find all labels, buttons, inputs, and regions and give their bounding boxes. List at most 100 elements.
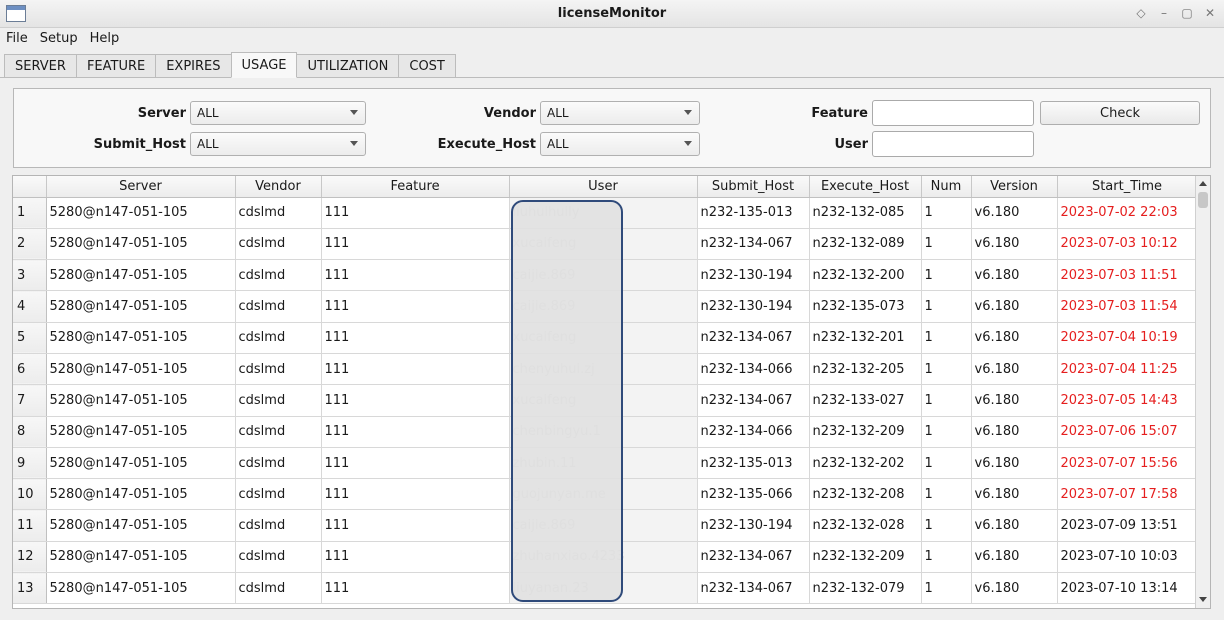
row-number[interactable]: 7	[13, 384, 47, 417]
menu-help[interactable]: Help	[84, 28, 126, 50]
cell-version[interactable]: v6.180	[971, 447, 1058, 480]
cell-feature[interactable]: 111	[321, 228, 510, 261]
cell-execute-host[interactable]: n232-132-201	[809, 322, 922, 354]
menu-file[interactable]: File	[0, 28, 34, 50]
tab-server[interactable]: SERVER	[4, 54, 76, 78]
cell-vendor[interactable]: cdslmd	[235, 228, 322, 261]
execute-host-select[interactable]: ALL	[540, 132, 700, 156]
cell-start-time[interactable]: 2023-07-07 15:56	[1057, 447, 1198, 480]
close-icon[interactable]: ✕	[1202, 6, 1218, 20]
vendor-select[interactable]: ALL	[540, 101, 700, 125]
col-header-feature[interactable]: Feature	[321, 176, 510, 198]
cell-server[interactable]: 5280@n147-051-105	[46, 228, 236, 261]
cell-version[interactable]: v6.180	[971, 290, 1058, 323]
cell-execute-host[interactable]: n232-133-027	[809, 384, 922, 417]
cell-submit-host[interactable]: n232-134-066	[697, 416, 810, 448]
cell-vendor[interactable]: cdslmd	[235, 259, 322, 292]
cell-submit-host[interactable]: n232-135-013	[697, 197, 810, 229]
cell-server[interactable]: 5280@n147-051-105	[46, 353, 236, 386]
col-header-vendor[interactable]: Vendor	[235, 176, 322, 198]
cell-start-time[interactable]: 2023-07-03 11:54	[1057, 290, 1198, 323]
cell-start-time[interactable]: 2023-07-05 14:43	[1057, 384, 1198, 417]
cell-server[interactable]: 5280@n147-051-105	[46, 416, 236, 448]
row-number[interactable]: 3	[13, 259, 47, 292]
cell-num[interactable]: 1	[921, 197, 972, 229]
check-button[interactable]: Check	[1040, 101, 1200, 125]
col-header-user[interactable]: User	[509, 176, 698, 198]
scroll-thumb[interactable]	[1198, 192, 1208, 208]
row-number[interactable]: 1	[13, 197, 47, 229]
cell-version[interactable]: v6.180	[971, 384, 1058, 417]
cell-submit-host[interactable]: n232-134-067	[697, 541, 810, 574]
tab-expires[interactable]: EXPIRES	[155, 54, 231, 78]
cell-vendor[interactable]: cdslmd	[235, 384, 322, 417]
row-number[interactable]: 8	[13, 416, 47, 448]
cell-feature[interactable]: 111	[321, 572, 510, 605]
cell-num[interactable]: 1	[921, 541, 972, 574]
cell-feature[interactable]: 111	[321, 197, 510, 229]
cell-vendor[interactable]: cdslmd	[235, 509, 322, 542]
cell-execute-host[interactable]: n232-135-073	[809, 290, 922, 323]
cell-server[interactable]: 5280@n147-051-105	[46, 322, 236, 354]
cell-submit-host[interactable]: n232-130-194	[697, 259, 810, 292]
cell-submit-host[interactable]: n232-135-066	[697, 478, 810, 511]
cell-version[interactable]: v6.180	[971, 259, 1058, 292]
cell-vendor[interactable]: cdslmd	[235, 197, 322, 229]
row-number[interactable]: 6	[13, 353, 47, 386]
cell-execute-host[interactable]: n232-132-079	[809, 572, 922, 605]
col-header-submit-host[interactable]: Submit_Host	[697, 176, 810, 198]
cell-server[interactable]: 5280@n147-051-105	[46, 259, 236, 292]
row-number[interactable]: 13	[13, 572, 47, 605]
tab-feature[interactable]: FEATURE	[75, 54, 156, 78]
feature-input[interactable]	[872, 100, 1034, 126]
cell-vendor[interactable]: cdslmd	[235, 416, 322, 448]
cell-num[interactable]: 1	[921, 416, 972, 448]
cell-execute-host[interactable]: n232-132-205	[809, 353, 922, 386]
cell-submit-host[interactable]: n232-130-194	[697, 290, 810, 323]
tab-cost[interactable]: COST	[398, 54, 456, 78]
cell-start-time[interactable]: 2023-07-03 11:51	[1057, 259, 1198, 292]
cell-version[interactable]: v6.180	[971, 322, 1058, 354]
cell-server[interactable]: 5280@n147-051-105	[46, 509, 236, 542]
cell-version[interactable]: v6.180	[971, 509, 1058, 542]
cell-start-time[interactable]: 2023-07-02 22:03	[1057, 197, 1198, 229]
row-number[interactable]: 12	[13, 541, 47, 574]
cell-version[interactable]: v6.180	[971, 228, 1058, 261]
scroll-down-icon[interactable]	[1199, 597, 1207, 602]
row-number[interactable]: 10	[13, 478, 47, 511]
row-number[interactable]: 11	[13, 509, 47, 542]
cell-server[interactable]: 5280@n147-051-105	[46, 572, 236, 605]
cell-vendor[interactable]: cdslmd	[235, 478, 322, 511]
cell-start-time[interactable]: 2023-07-04 11:25	[1057, 353, 1198, 386]
cell-version[interactable]: v6.180	[971, 416, 1058, 448]
keep-above-icon[interactable]: ◇	[1133, 6, 1149, 20]
tab-utilization[interactable]: UTILIZATION	[297, 54, 399, 78]
cell-execute-host[interactable]: n232-132-089	[809, 228, 922, 261]
cell-num[interactable]: 1	[921, 228, 972, 261]
cell-vendor[interactable]: cdslmd	[235, 541, 322, 574]
cell-submit-host[interactable]: n232-134-066	[697, 353, 810, 386]
cell-feature[interactable]: 111	[321, 509, 510, 542]
cell-feature[interactable]: 111	[321, 353, 510, 386]
cell-num[interactable]: 1	[921, 322, 972, 354]
vertical-scrollbar[interactable]	[1195, 176, 1210, 608]
col-header-start-time[interactable]: Start_Time	[1057, 176, 1198, 198]
cell-server[interactable]: 5280@n147-051-105	[46, 197, 236, 229]
cell-start-time[interactable]: 2023-07-09 13:51	[1057, 509, 1198, 542]
cell-version[interactable]: v6.180	[971, 353, 1058, 386]
cell-version[interactable]: v6.180	[971, 197, 1058, 229]
cell-server[interactable]: 5280@n147-051-105	[46, 447, 236, 480]
col-header-version[interactable]: Version	[971, 176, 1058, 198]
cell-feature[interactable]: 111	[321, 322, 510, 354]
col-header-num[interactable]: Num	[921, 176, 972, 198]
maximize-icon[interactable]: ▢	[1179, 6, 1195, 20]
col-header-execute-host[interactable]: Execute_Host	[809, 176, 922, 198]
cell-num[interactable]: 1	[921, 290, 972, 323]
cell-vendor[interactable]: cdslmd	[235, 572, 322, 605]
cell-server[interactable]: 5280@n147-051-105	[46, 384, 236, 417]
row-number[interactable]: 4	[13, 290, 47, 323]
cell-num[interactable]: 1	[921, 353, 972, 386]
user-input[interactable]	[872, 131, 1034, 157]
cell-start-time[interactable]: 2023-07-06 15:07	[1057, 416, 1198, 448]
cell-version[interactable]: v6.180	[971, 478, 1058, 511]
